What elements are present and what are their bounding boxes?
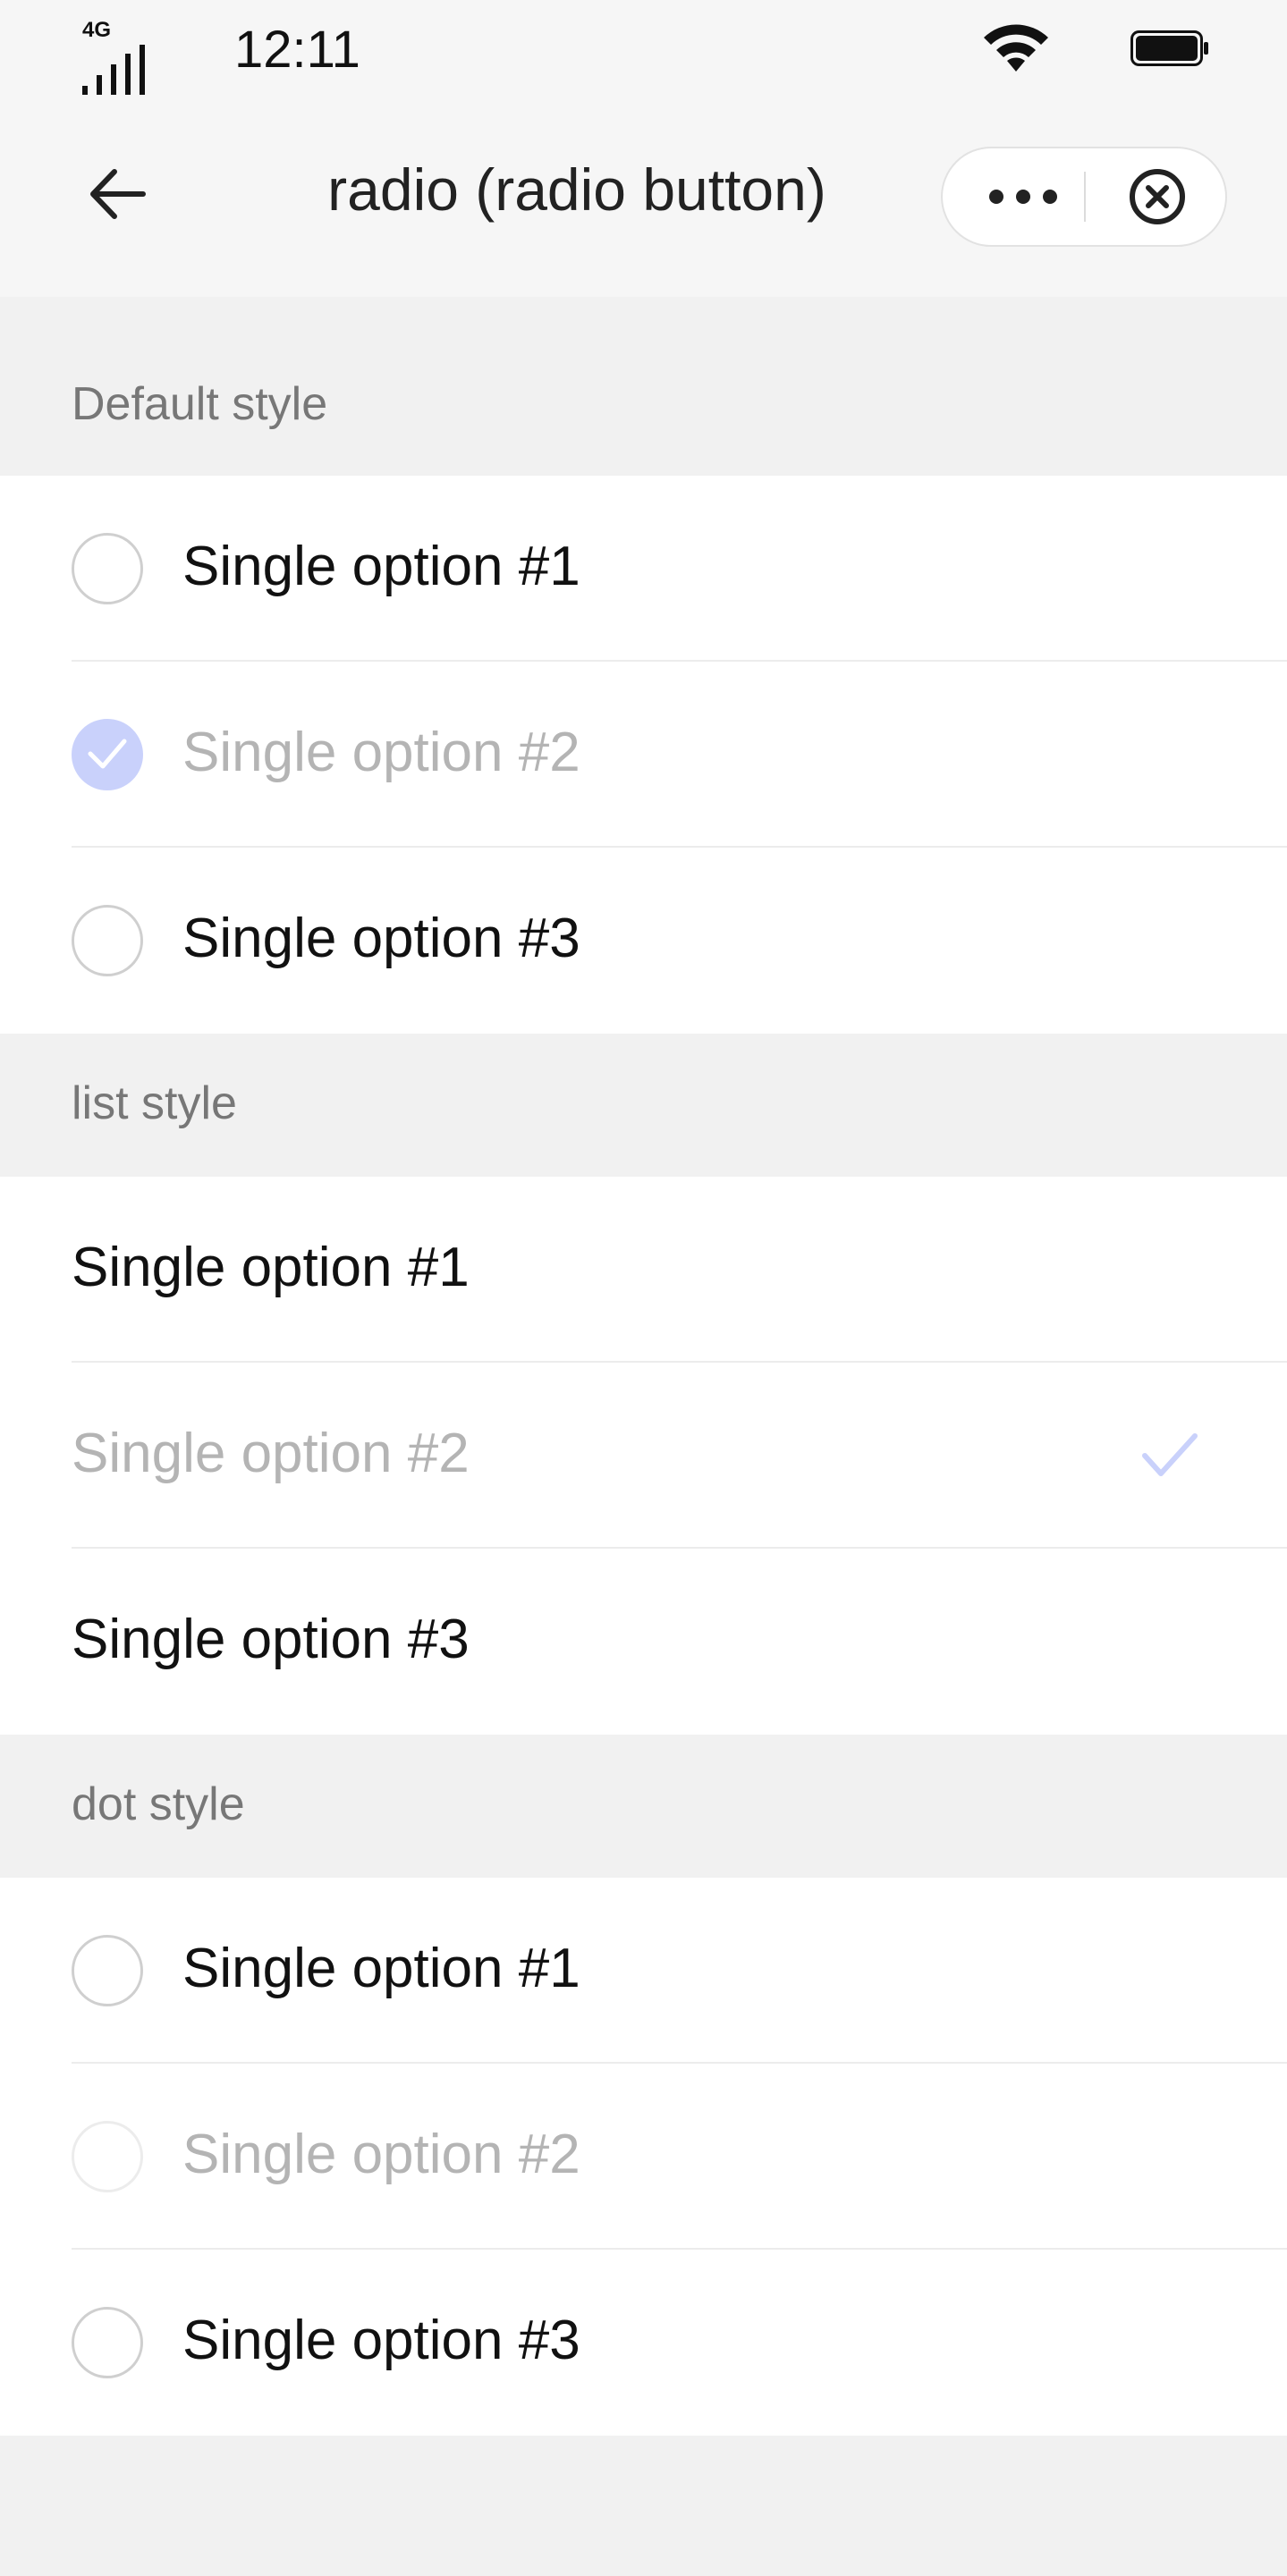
radio-label: Single option #1: [182, 1938, 580, 1999]
section-header-dot: dot style: [0, 1735, 1287, 1878]
radio-circle[interactable]: [72, 2307, 143, 2378]
section-title: list style: [72, 1077, 237, 1129]
radio-label: Single option #1: [182, 536, 580, 597]
radio-label: Single option #1: [72, 1237, 470, 1298]
radio-circle-checked: [72, 719, 143, 790]
menu-capsule: [941, 147, 1227, 247]
status-bar: 4G 12:11: [0, 0, 1287, 98]
radio-label: Single option #3: [72, 1609, 470, 1670]
radio-list-default: Single option #1 Single option #2 Single…: [0, 476, 1287, 1034]
status-time: 12:11: [234, 21, 360, 79]
radio-label: Single option #2: [182, 722, 580, 783]
radio-circle[interactable]: [72, 533, 143, 604]
section-title: Default style: [72, 378, 328, 430]
cellular-signal-icon: 4G: [79, 18, 156, 95]
ellipsis-icon[interactable]: [978, 165, 1068, 229]
network-type: 4G: [82, 18, 112, 42]
wifi-icon: [984, 24, 1048, 72]
section-header-default: Default style: [0, 297, 1287, 476]
radio-item[interactable]: Single option #3: [0, 2250, 1287, 2436]
radio-list-list-style: Single option #1 Single option #2 Single…: [0, 1177, 1287, 1735]
radio-circle-disabled: [72, 2121, 143, 2192]
radio-label: Single option #2: [72, 1423, 470, 1484]
capsule-divider: [1084, 172, 1086, 222]
section-title: dot style: [72, 1778, 245, 1830]
radio-list-dot-style: Single option #1 Single option #2 Single…: [0, 1878, 1287, 2436]
battery-icon: [1130, 30, 1208, 66]
radio-circle[interactable]: [72, 905, 143, 976]
page: 4G 12:11 radio (radio button) Default st…: [0, 0, 1287, 2576]
radio-item[interactable]: Single option #3: [0, 848, 1287, 1034]
radio-item[interactable]: Single option #3: [0, 1549, 1287, 1735]
radio-item[interactable]: Single option #1: [0, 1878, 1287, 2064]
radio-item-disabled: Single option #2: [0, 2064, 1287, 2250]
radio-label: Single option #3: [182, 908, 580, 969]
circle-x-icon[interactable]: [1123, 165, 1191, 229]
radio-item[interactable]: Single option #1: [0, 1177, 1287, 1363]
radio-item-disabled: Single option #2: [0, 662, 1287, 848]
radio-circle[interactable]: [72, 1935, 143, 2006]
section-header-list: list style: [0, 1034, 1287, 1177]
checkmark-icon: [1142, 1433, 1198, 1476]
signal-bars-icon: [82, 45, 145, 95]
navigation-bar: radio (radio button): [0, 98, 1287, 297]
radio-item[interactable]: Single option #1: [0, 476, 1287, 662]
radio-label: Single option #3: [182, 2310, 580, 2371]
radio-label: Single option #2: [182, 2124, 580, 2185]
checkmark-icon: [88, 739, 127, 769]
radio-item-disabled: Single option #2: [0, 1363, 1287, 1549]
